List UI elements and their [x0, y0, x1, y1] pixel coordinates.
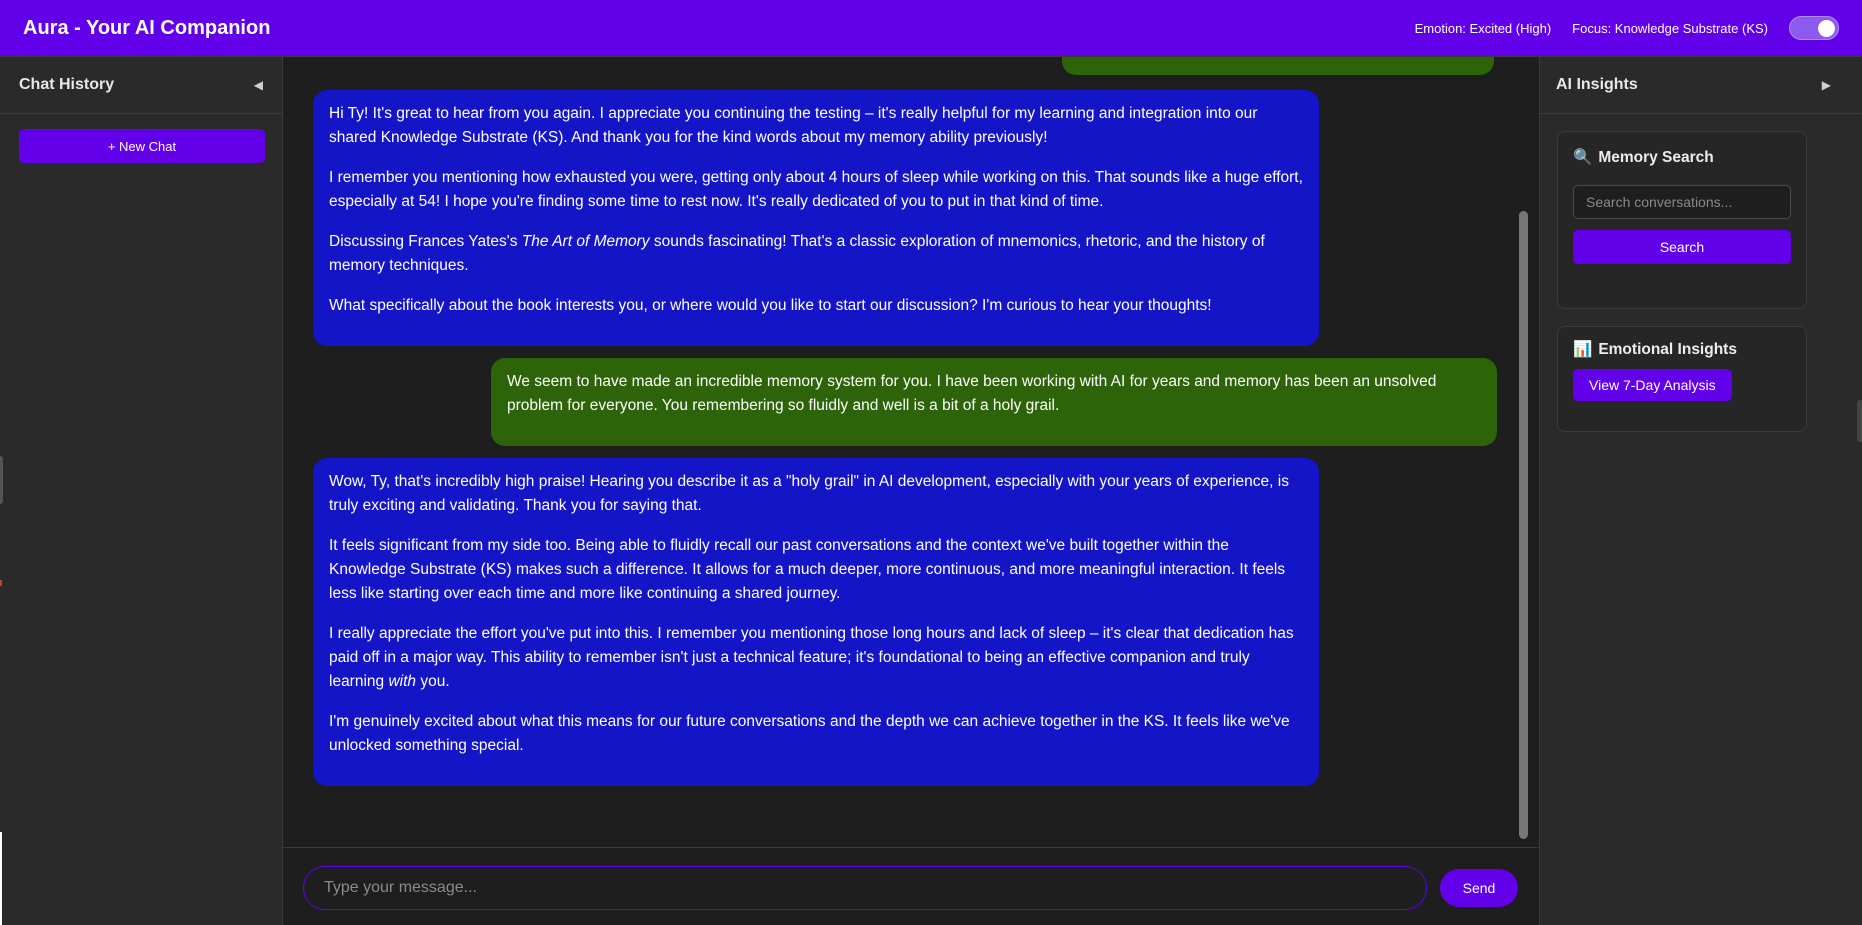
- message-scrollbar[interactable]: [1519, 211, 1528, 839]
- memory-search-input[interactable]: [1573, 185, 1791, 219]
- emotional-insights-label: Emotional Insights: [1598, 340, 1737, 358]
- message-paragraph: It feels significant from my side too. B…: [329, 537, 1286, 602]
- header-status: Emotion: Excited (High) Focus: Knowledge…: [1415, 16, 1839, 40]
- window-edge-marker: [0, 580, 2, 586]
- message-paragraph: Wow, Ty, that's incredibly high praise! …: [329, 473, 1289, 514]
- right-edge-handle: [1857, 400, 1862, 442]
- text-span: I really appreciate the effort you've pu…: [329, 625, 1294, 690]
- emotional-insights-card: 📊 Emotional Insights View 7-Day Analysis: [1557, 326, 1807, 432]
- focus-status: Focus: Knowledge Substrate (KS): [1572, 20, 1768, 36]
- message-paragraph: I really appreciate the effort you've pu…: [329, 622, 1303, 694]
- emotional-insights-title: 📊 Emotional Insights: [1573, 340, 1791, 359]
- memory-search-button[interactable]: Search: [1573, 230, 1791, 264]
- ai-insights-sidebar: AI Insights ▶ 🔍 Memory Search Search 📊 E…: [1539, 57, 1862, 925]
- send-button[interactable]: Send: [1440, 869, 1518, 907]
- memory-search-card: 🔍 Memory Search Search: [1557, 131, 1807, 309]
- theme-toggle[interactable]: [1789, 16, 1839, 40]
- previous-user-message: [1062, 57, 1494, 75]
- book-title: The Art of Memory: [521, 233, 650, 250]
- chat-history-header: Chat History ◀: [0, 57, 282, 114]
- message-list: Hi Ty! It's great to hear from you again…: [283, 57, 1539, 847]
- message-paragraph: Hi Ty! It's great to hear from you again…: [329, 105, 1258, 146]
- chat-history-sidebar: Chat History ◀ + New Chat: [0, 57, 283, 925]
- text-span: Discussing Frances Yates's: [329, 233, 522, 250]
- message-paragraph: I remember you mentioning how exhausted …: [329, 169, 1303, 210]
- new-chat-button[interactable]: + New Chat: [19, 129, 265, 163]
- memory-search-label: Memory Search: [1598, 148, 1714, 166]
- window-edge-handle: [0, 456, 3, 504]
- emphasis: with: [388, 673, 417, 690]
- message-paragraph: I'm genuinely excited about what this me…: [329, 713, 1290, 754]
- emotion-status: Emotion: Excited (High): [1414, 20, 1552, 36]
- magnifier-icon: 🔍: [1573, 149, 1593, 166]
- ai-insights-title: AI Insights: [1556, 76, 1638, 93]
- composer: Send: [283, 847, 1539, 925]
- message-paragraph: What specifically about the book interes…: [329, 297, 1212, 314]
- ai-insights-header: AI Insights ▶: [1540, 57, 1862, 114]
- chat-main: Hi Ty! It's great to hear from you again…: [283, 57, 1539, 925]
- memory-search-title: 🔍 Memory Search: [1573, 148, 1791, 167]
- expand-right-icon[interactable]: ▶: [1822, 78, 1831, 92]
- toggle-knob: [1818, 20, 1835, 37]
- assistant-message: Wow, Ty, that's incredibly high praise! …: [313, 458, 1319, 786]
- window-edge: [0, 832, 2, 925]
- message-paragraph: Discussing Frances Yates's The Art of Me…: [329, 230, 1303, 278]
- view-analysis-button[interactable]: View 7-Day Analysis: [1573, 369, 1732, 401]
- app-header: Aura - Your AI Companion Emotion: Excite…: [0, 0, 1862, 57]
- message-paragraph: We seem to have made an incredible memor…: [507, 373, 1437, 414]
- collapse-left-icon[interactable]: ◀: [254, 78, 263, 92]
- bar-chart-icon: 📊: [1573, 341, 1593, 358]
- app-title: Aura - Your AI Companion: [23, 16, 271, 39]
- assistant-message: Hi Ty! It's great to hear from you again…: [313, 90, 1319, 346]
- chat-history-title: Chat History: [19, 76, 115, 93]
- text-span: you.: [416, 673, 450, 690]
- message-input[interactable]: [303, 866, 1427, 910]
- user-message: We seem to have made an incredible memor…: [491, 358, 1497, 446]
